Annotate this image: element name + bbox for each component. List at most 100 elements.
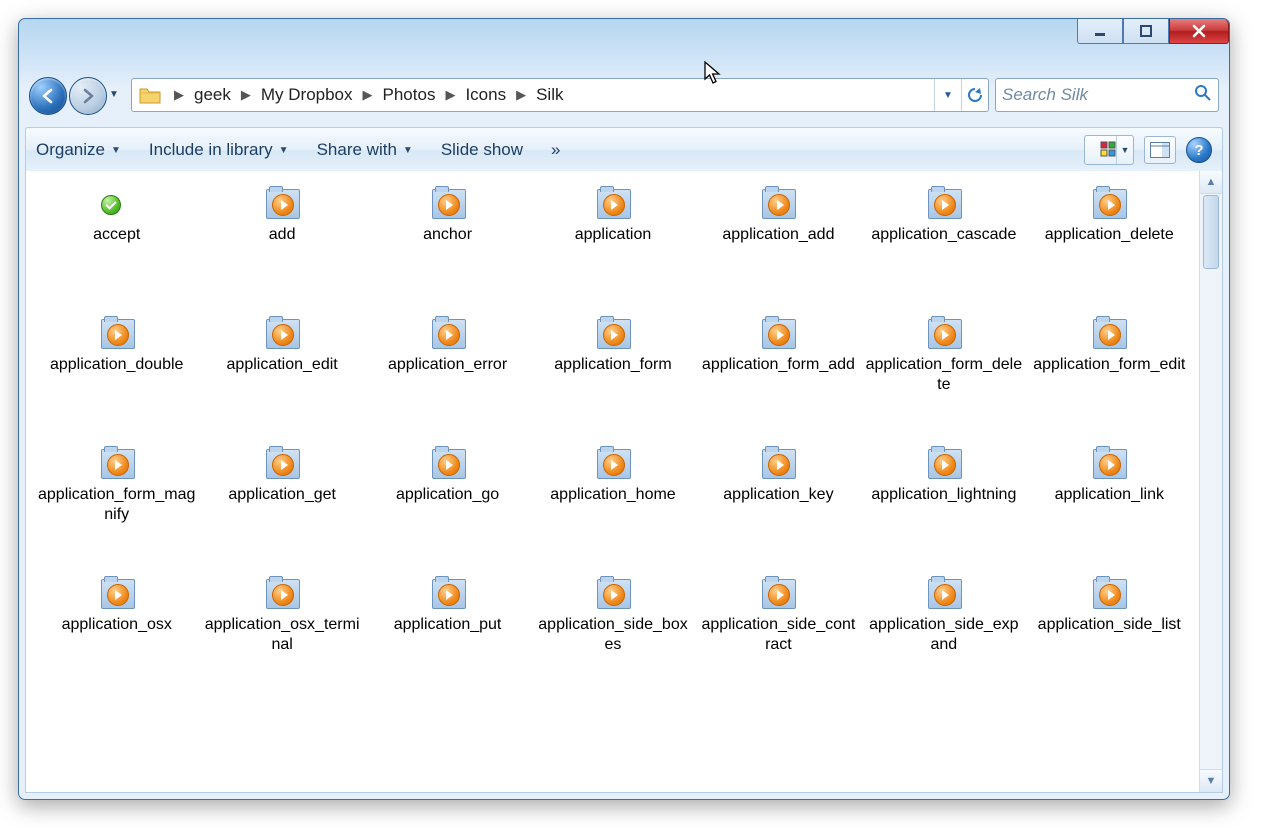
file-name: application_get <box>228 485 336 505</box>
breadcrumb-separator-icon: ▶ <box>168 87 190 103</box>
scroll-thumb[interactable] <box>1203 195 1219 269</box>
breadcrumb-segment[interactable]: Photos <box>379 83 440 107</box>
close-button[interactable] <box>1169 19 1229 44</box>
breadcrumb-separator-icon: ▶ <box>510 87 532 103</box>
file-name: application_side_boxes <box>534 615 691 655</box>
file-item[interactable]: application_osx <box>34 579 199 709</box>
media-folder-icon <box>432 319 466 349</box>
file-item[interactable]: application_put <box>365 579 530 709</box>
media-folder-icon <box>1093 449 1127 479</box>
file-item[interactable]: application_form <box>530 319 695 449</box>
file-item[interactable]: application_form_add <box>696 319 861 449</box>
file-item[interactable]: application_form_magnify <box>34 449 199 579</box>
file-name: application_cascade <box>871 225 1016 245</box>
share-label: Share with <box>317 140 397 160</box>
media-folder-icon <box>928 449 962 479</box>
file-item[interactable]: application_side_contract <box>696 579 861 709</box>
file-item[interactable]: application_form_delete <box>861 319 1026 449</box>
file-name: application_side_list <box>1038 615 1181 635</box>
address-bar[interactable]: ▶geek▶My Dropbox▶Photos▶Icons▶Silk ▼ <box>131 78 989 112</box>
breadcrumb[interactable]: ▶geek▶My Dropbox▶Photos▶Icons▶Silk <box>168 83 568 107</box>
media-folder-icon <box>762 189 796 219</box>
breadcrumb-segment[interactable]: geek <box>190 83 235 107</box>
media-folder-icon <box>101 449 135 479</box>
file-name: application <box>575 225 652 245</box>
breadcrumb-separator-icon: ▶ <box>235 87 257 103</box>
view-options-button[interactable]: ▼ <box>1084 135 1134 165</box>
file-item[interactable]: application_key <box>696 449 861 579</box>
file-item[interactable]: application_home <box>530 449 695 579</box>
media-folder-icon <box>266 189 300 219</box>
file-item[interactable]: application_form_edit <box>1027 319 1192 449</box>
file-item[interactable]: anchor <box>365 189 530 319</box>
nav-history-dropdown[interactable]: ▼ <box>109 89 119 100</box>
file-item[interactable]: application_error <box>365 319 530 449</box>
file-name: application_form_edit <box>1033 355 1185 375</box>
breadcrumb-segment[interactable]: My Dropbox <box>257 83 357 107</box>
address-dropdown[interactable]: ▼ <box>934 79 961 111</box>
explorer-window: ▼ ▶geek▶My Dropbox▶Photos▶Icons▶Silk ▼ S… <box>18 18 1230 800</box>
breadcrumb-segment[interactable]: Silk <box>532 83 567 107</box>
file-name: application_link <box>1055 485 1164 505</box>
file-item[interactable]: application_side_expand <box>861 579 1026 709</box>
file-item[interactable]: application_side_list <box>1027 579 1192 709</box>
include-in-library-menu[interactable]: Include in library▼ <box>149 140 289 160</box>
file-name: application_osx <box>62 615 172 635</box>
refresh-button[interactable] <box>961 79 988 111</box>
file-name: application_key <box>723 485 833 505</box>
accept-icon <box>101 195 121 215</box>
media-folder-icon <box>266 449 300 479</box>
file-item[interactable]: application_double <box>34 319 199 449</box>
minimize-button[interactable] <box>1077 19 1123 44</box>
file-item[interactable]: application_lightning <box>861 449 1026 579</box>
search-placeholder: Search Silk <box>1002 85 1088 105</box>
mouse-cursor-icon <box>704 61 724 87</box>
file-item[interactable]: application_cascade <box>861 189 1026 319</box>
search-input[interactable]: Search Silk <box>995 78 1219 112</box>
file-item[interactable]: application_get <box>199 449 364 579</box>
media-folder-icon <box>266 579 300 609</box>
media-folder-icon <box>1093 319 1127 349</box>
file-item[interactable]: application_delete <box>1027 189 1192 319</box>
file-item[interactable]: application_link <box>1027 449 1192 579</box>
file-item[interactable]: application_side_boxes <box>530 579 695 709</box>
help-button[interactable]: ? <box>1186 137 1212 163</box>
file-name: application_lightning <box>871 485 1016 505</box>
file-name: application_error <box>388 355 507 375</box>
file-item[interactable]: application_edit <box>199 319 364 449</box>
share-with-menu[interactable]: Share with▼ <box>317 140 413 160</box>
media-folder-icon <box>597 579 631 609</box>
file-item[interactable]: application_go <box>365 449 530 579</box>
file-item[interactable]: add <box>199 189 364 319</box>
preview-pane-button[interactable] <box>1144 136 1176 164</box>
file-name: accept <box>93 225 140 245</box>
navigation-row: ▼ ▶geek▶My Dropbox▶Photos▶Icons▶Silk ▼ S… <box>29 71 1219 119</box>
breadcrumb-separator-icon: ▶ <box>439 87 461 103</box>
media-folder-icon <box>432 449 466 479</box>
maximize-button[interactable] <box>1123 19 1169 44</box>
back-button[interactable] <box>29 77 67 115</box>
view-options-dropdown[interactable]: ▼ <box>1116 136 1133 164</box>
forward-button[interactable] <box>69 77 107 115</box>
organize-menu[interactable]: Organize▼ <box>36 140 121 160</box>
toolbar-overflow[interactable]: » <box>551 140 560 160</box>
media-folder-icon <box>101 319 135 349</box>
breadcrumb-segment[interactable]: Icons <box>461 83 510 107</box>
folder-icon <box>138 83 162 107</box>
file-name: application_put <box>394 615 502 635</box>
file-name: application_osx_terminal <box>203 615 360 655</box>
slide-show-button[interactable]: Slide show <box>441 140 523 160</box>
file-item[interactable]: application_add <box>696 189 861 319</box>
breadcrumb-separator-icon: ▶ <box>357 87 379 103</box>
file-item[interactable]: application_osx_terminal <box>199 579 364 709</box>
file-item[interactable]: accept <box>34 189 199 319</box>
vertical-scrollbar[interactable]: ▲ ▼ <box>1199 171 1222 792</box>
file-item[interactable]: application <box>530 189 695 319</box>
scroll-down-button[interactable]: ▼ <box>1200 769 1222 792</box>
files-grid[interactable]: accept add anchor application application_ad… <box>26 171 1200 792</box>
file-name: anchor <box>423 225 472 245</box>
scroll-up-button[interactable]: ▲ <box>1200 171 1222 194</box>
window-caption-buttons <box>1077 19 1229 47</box>
overflow-label: » <box>551 140 560 160</box>
media-folder-icon <box>928 319 962 349</box>
